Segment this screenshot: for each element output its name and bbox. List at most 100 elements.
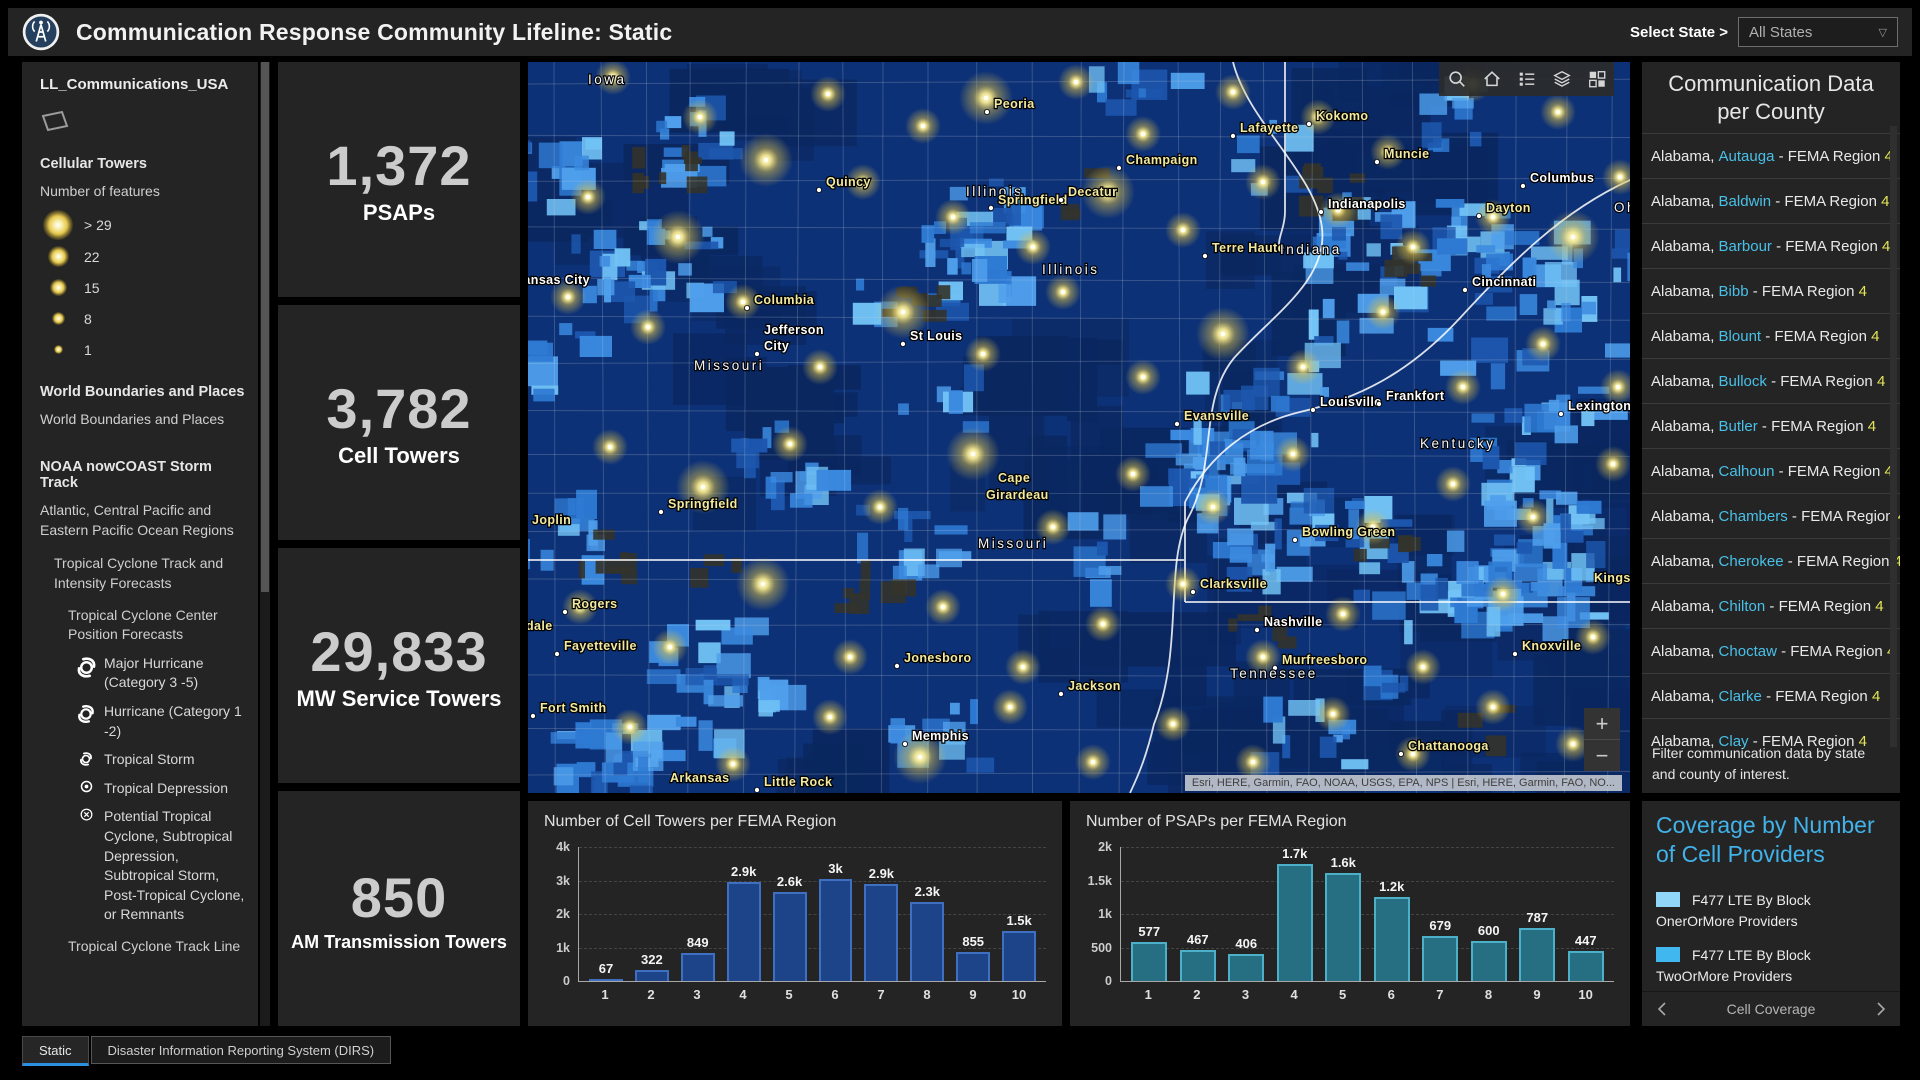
tower-glow-dot	[43, 210, 73, 240]
tower-glow-icon	[40, 279, 76, 296]
county-list-item[interactable]: Alabama, Blount - FEMA Region 4	[1642, 313, 1900, 358]
county-state-label: Alabama,	[1651, 418, 1719, 435]
svg-text:Dayton: Dayton	[1486, 201, 1531, 215]
bar[interactable]	[635, 970, 669, 981]
search-icon[interactable]	[1439, 62, 1474, 96]
county-middle-label: - FEMA Region	[1772, 238, 1882, 255]
x-tick-label: 3	[674, 987, 720, 1002]
county-list-item[interactable]: Alabama, Calhoun - FEMA Region 4	[1642, 448, 1900, 493]
home-icon[interactable]	[1474, 62, 1509, 96]
county-list-item[interactable]: Alabama, Autauga - FEMA Region 4	[1642, 133, 1900, 178]
county-list-item[interactable]: Alabama, Bullock - FEMA Region 4	[1642, 358, 1900, 403]
chart-body: 05001k1.5k2k5774674061.7k1.6k1.2k6796007…	[1086, 847, 1614, 982]
zoom-in-button[interactable]: +	[1584, 708, 1620, 739]
bar[interactable]	[727, 882, 761, 981]
bar[interactable]	[589, 979, 623, 981]
bar[interactable]	[1180, 950, 1216, 981]
legend-size-item: 22	[40, 243, 252, 271]
county-state-label: Alabama,	[1651, 193, 1719, 210]
county-list-scrollbar[interactable]	[1890, 126, 1897, 747]
bar[interactable]	[864, 884, 898, 981]
county-list-item[interactable]: Alabama, Baldwin - FEMA Region 4	[1642, 178, 1900, 223]
bar[interactable]	[956, 952, 990, 981]
county-name: Chambers	[1719, 508, 1788, 525]
header-bar: Communication Response Community Lifelin…	[8, 8, 1912, 56]
county-middle-label: - FEMA Region	[1777, 643, 1887, 660]
svg-text:Springfield: Springfield	[668, 497, 738, 511]
tower-glow-icon	[40, 210, 76, 240]
legend-panel: LL_Communications_USA Cellular Towers Nu…	[22, 62, 258, 1026]
bar-value-label: 1.5k	[990, 913, 1048, 928]
zoom-out-button[interactable]: −	[1584, 739, 1620, 771]
storm-legend-item: Hurricane (Category 1 -2)	[68, 702, 252, 741]
chart-plot-area: 5774674061.7k1.6k1.2k679600787447	[1120, 847, 1614, 982]
storm-legend-items: Major Hurricane (Category 3 -5)Hurricane…	[40, 654, 252, 925]
layers-icon[interactable]	[1544, 62, 1579, 96]
legend-list-icon[interactable]	[1509, 62, 1544, 96]
svg-text:Fayetteville: Fayetteville	[564, 639, 637, 653]
map-panel[interactable]: IowaPeoriaQuincyIllinoisSpringfieldDecat…	[528, 62, 1630, 793]
bar[interactable]	[819, 879, 853, 981]
county-list-item[interactable]: Alabama, Cherokee - FEMA Region 4	[1642, 538, 1900, 583]
svg-text:Terre Haute: Terre Haute	[1212, 241, 1285, 255]
bar[interactable]	[1131, 942, 1167, 981]
county-list-item[interactable]: Alabama, Clarke - FEMA Region 4	[1642, 673, 1900, 718]
coverage-panel: Coverage by Number of Cell Providers F47…	[1642, 801, 1900, 1026]
county-list-item[interactable]: Alabama, Choctaw - FEMA Region 4	[1642, 628, 1900, 673]
x-tick-label: 7	[1416, 987, 1465, 1002]
chart-y-axis: 01k2k3k4k	[544, 847, 578, 981]
svg-text:Nashville: Nashville	[1264, 615, 1323, 629]
y-tick-label: 2k	[1098, 840, 1112, 854]
y-tick-label: 4k	[556, 840, 570, 854]
tower-glow-icon	[40, 246, 76, 267]
svg-text:Murfreesboro: Murfreesboro	[1282, 653, 1367, 667]
stat-label: PSAPs	[355, 200, 443, 226]
bar-slot: 322	[629, 847, 675, 981]
svg-text:Peoria: Peoria	[994, 97, 1035, 111]
coverage-map[interactable]: IowaPeoriaQuincyIllinoisSpringfieldDecat…	[528, 62, 1630, 793]
svg-text:Frankfort: Frankfort	[1386, 389, 1445, 403]
major-hurricane-icon	[68, 654, 104, 681]
chart-x-axis: 12345678910	[578, 987, 1046, 1002]
county-list: Alabama, Autauga - FEMA Region 4Alabama,…	[1642, 133, 1900, 763]
bar[interactable]	[1374, 897, 1410, 981]
bar[interactable]	[1277, 864, 1313, 981]
county-list-item[interactable]: Alabama, Barbour - FEMA Region 4	[1642, 223, 1900, 268]
bar[interactable]	[1002, 931, 1036, 981]
bar[interactable]	[910, 902, 944, 981]
state-dropdown[interactable]: All States ▽	[1738, 17, 1898, 47]
svg-text:Iowa: Iowa	[588, 72, 627, 87]
stat-value: 3,782	[326, 376, 471, 441]
tab-bar: Static Disaster Information Reporting Sy…	[8, 1036, 1912, 1072]
bar[interactable]	[773, 892, 807, 981]
tab-dirs[interactable]: Disaster Information Reporting System (D…	[91, 1036, 392, 1064]
bar[interactable]	[681, 953, 715, 981]
world-boundaries-heading: World Boundaries and Places	[40, 384, 252, 400]
track-line-item: Tropical Cyclone Track Line	[68, 937, 252, 957]
bar[interactable]	[1471, 941, 1507, 981]
previous-page-arrow-icon[interactable]	[1642, 992, 1680, 1026]
county-list-item[interactable]: Alabama, Bibb - FEMA Region 4	[1642, 268, 1900, 313]
tab-static[interactable]: Static	[22, 1036, 89, 1066]
state-dropdown-value: All States	[1749, 24, 1812, 41]
remnants-icon	[68, 807, 104, 822]
bar[interactable]	[1519, 928, 1555, 981]
bar[interactable]	[1228, 954, 1264, 981]
next-page-arrow-icon[interactable]	[1862, 992, 1900, 1026]
county-list-item[interactable]: Alabama, Chambers - FEMA Region 4	[1642, 493, 1900, 538]
bar[interactable]	[1422, 936, 1458, 981]
bar[interactable]	[1325, 873, 1361, 981]
basemap-gallery-icon[interactable]	[1579, 62, 1614, 96]
bar[interactable]	[1568, 951, 1604, 981]
legend-scrollbar-thumb[interactable]	[261, 62, 269, 592]
svg-text:Ohi: Ohi	[1614, 200, 1630, 215]
county-list-item[interactable]: Alabama, Chilton - FEMA Region 4	[1642, 583, 1900, 628]
map-zoom-controls: + −	[1584, 708, 1620, 771]
svg-text:Louisville: Louisville	[1320, 395, 1382, 409]
legend-scrollbar[interactable]	[260, 62, 270, 1026]
tower-glow-dot	[52, 312, 65, 325]
county-list-item[interactable]: Alabama, Butler - FEMA Region 4	[1642, 403, 1900, 448]
bar-value-label: 787	[1507, 910, 1568, 925]
svg-text:Springdale: Springdale	[528, 619, 553, 633]
y-tick-label: 1k	[1098, 907, 1112, 921]
